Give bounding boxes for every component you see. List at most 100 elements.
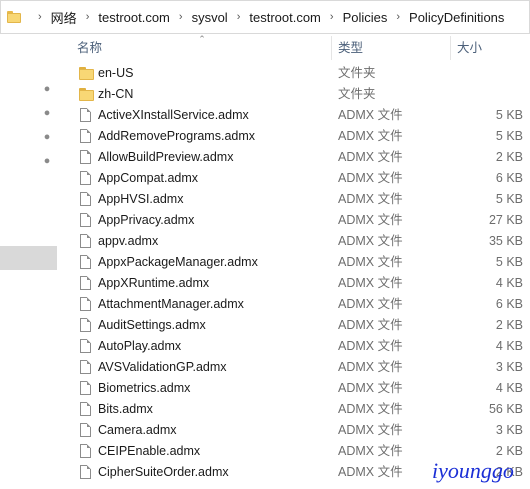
file-type: ADMX 文件	[338, 360, 403, 374]
document-icon	[80, 255, 91, 269]
file-size: 5 KB	[495, 255, 523, 269]
file-row[interactable]: Biometrics.admx ADMX 文件 4 KB	[57, 378, 530, 399]
breadcrumb-sysvol[interactable]: sysvol	[192, 10, 228, 25]
chevron-right-icon[interactable]: ›	[179, 11, 183, 23]
breadcrumb-policydefinitions[interactable]: PolicyDefinitions	[409, 10, 504, 25]
file-name: AutoPlay.admx	[98, 339, 182, 353]
document-icon	[80, 171, 91, 185]
file-size: 56 KB	[488, 402, 523, 416]
folder-icon	[79, 67, 94, 80]
file-name: AppCompat.admx	[98, 171, 199, 185]
column-divider[interactable]	[331, 36, 332, 60]
document-icon	[80, 108, 91, 122]
address-bar[interactable]: › 网络 › testroot.com › sysvol › testroot.…	[0, 0, 530, 34]
file-name: Biometrics.admx	[98, 381, 191, 395]
document-icon	[80, 381, 91, 395]
pin-icon[interactable]: ●	[37, 127, 56, 146]
file-name: CipherSuiteOrder.admx	[98, 465, 229, 479]
breadcrumb-domain[interactable]: testroot.com	[98, 10, 170, 25]
chevron-right-icon[interactable]: ›	[330, 11, 334, 23]
file-name: Camera.admx	[98, 423, 177, 437]
file-size: 4 KB	[495, 339, 523, 353]
breadcrumb-policies[interactable]: Policies	[343, 10, 388, 25]
file-type: ADMX 文件	[338, 213, 403, 227]
file-type: ADMX 文件	[338, 255, 403, 269]
file-type: ADMX 文件	[338, 192, 403, 206]
file-size: 27 KB	[488, 213, 523, 227]
document-icon	[80, 129, 91, 143]
file-row[interactable]: AddRemovePrograms.admx ADMX 文件 5 KB	[57, 126, 530, 147]
file-rows: en-US 文件夹 zh-CN 文件夹 ActiveXInstallService.ad…	[57, 63, 530, 483]
chevron-right-icon[interactable]: ›	[86, 11, 90, 23]
file-size: 3 KB	[495, 360, 523, 374]
document-icon	[80, 318, 91, 332]
file-name: AllowBuildPreview.admx	[98, 150, 234, 164]
file-row[interactable]: AppCompat.admx ADMX 文件 6 KB	[57, 168, 530, 189]
file-row[interactable]: AttachmentManager.admx ADMX 文件 6 KB	[57, 294, 530, 315]
file-name: appv.admx	[98, 234, 159, 248]
file-type: ADMX 文件	[338, 381, 403, 395]
file-type: ADMX 文件	[338, 171, 403, 185]
chevron-right-icon[interactable]: ›	[396, 11, 400, 23]
column-divider[interactable]	[450, 36, 451, 60]
file-row[interactable]: Bits.admx ADMX 文件 56 KB	[57, 399, 530, 420]
file-row[interactable]: zh-CN 文件夹	[57, 84, 530, 105]
file-row[interactable]: en-US 文件夹	[57, 63, 530, 84]
file-row[interactable]: AutoPlay.admx ADMX 文件 4 KB	[57, 336, 530, 357]
file-type: ADMX 文件	[338, 339, 403, 353]
file-row[interactable]: appv.admx ADMX 文件 35 KB	[57, 231, 530, 252]
watermark: iyounggo	[432, 458, 514, 483]
file-row[interactable]: ActiveXInstallService.admx ADMX 文件 5 KB	[57, 105, 530, 126]
file-size: 4 KB	[495, 381, 523, 395]
file-size: 6 KB	[495, 297, 523, 311]
file-size: 35 KB	[488, 234, 523, 248]
file-row[interactable]: AllowBuildPreview.admx ADMX 文件 2 KB	[57, 147, 530, 168]
file-size: 5 KB	[495, 108, 523, 122]
column-header-row: ⌃ 名称 类型 大小	[57, 34, 530, 63]
chevron-right-icon[interactable]: ›	[237, 11, 241, 23]
folder-icon	[79, 88, 94, 101]
file-row[interactable]: Camera.admx ADMX 文件 3 KB	[57, 420, 530, 441]
file-list[interactable]: ⌃ 名称 类型 大小 en-US 文件夹 zh-CN 文件夹 ActiveXInstal…	[57, 34, 530, 489]
file-row[interactable]: AVSValidationGP.admx ADMX 文件 3 KB	[57, 357, 530, 378]
file-type: ADMX 文件	[338, 297, 403, 311]
column-header-size[interactable]: 大小	[457, 34, 482, 63]
breadcrumb-sysvol-domain[interactable]: testroot.com	[249, 10, 321, 25]
pin-icon[interactable]: ●	[37, 79, 56, 98]
file-row[interactable]: AppxPackageManager.admx ADMX 文件 5 KB	[57, 252, 530, 273]
file-size: 5 KB	[495, 192, 523, 206]
document-icon	[80, 276, 91, 290]
column-header-type[interactable]: 类型	[338, 34, 363, 63]
file-name: AddRemovePrograms.admx	[98, 129, 256, 143]
file-row[interactable]: AuditSettings.admx ADMX 文件 2 KB	[57, 315, 530, 336]
file-size: 2 KB	[495, 318, 523, 332]
file-row[interactable]: AppPrivacy.admx ADMX 文件 27 KB	[57, 210, 530, 231]
file-row[interactable]: AppXRuntime.admx ADMX 文件 4 KB	[57, 273, 530, 294]
document-icon	[80, 444, 91, 458]
file-name: AppHVSI.admx	[98, 192, 184, 206]
chevron-right-icon[interactable]: ›	[38, 11, 42, 23]
nav-item-selected[interactable]	[0, 246, 57, 270]
pin-icon[interactable]: ●	[37, 151, 56, 170]
file-type: ADMX 文件	[338, 402, 403, 416]
file-name: CEIPEnable.admx	[98, 444, 201, 458]
file-type: ADMX 文件	[338, 234, 403, 248]
pin-icon[interactable]: ●	[37, 103, 56, 122]
file-name: AppXRuntime.admx	[98, 276, 210, 290]
column-header-name[interactable]: 名称	[77, 34, 102, 63]
file-name: AttachmentManager.admx	[98, 297, 244, 311]
document-icon	[80, 297, 91, 311]
file-size: 3 KB	[495, 423, 523, 437]
file-name: AppxPackageManager.admx	[98, 255, 258, 269]
navigation-pane[interactable]: ● ● ● ●	[0, 34, 57, 489]
file-size: 2 KB	[495, 150, 523, 164]
breadcrumb-network[interactable]: 网络	[51, 8, 77, 27]
file-type: ADMX 文件	[338, 444, 403, 458]
file-row[interactable]: AppHVSI.admx ADMX 文件 5 KB	[57, 189, 530, 210]
file-name: AuditSettings.admx	[98, 318, 206, 332]
document-icon	[80, 234, 91, 248]
file-name: AVSValidationGP.admx	[98, 360, 227, 374]
document-icon	[80, 213, 91, 227]
folder-icon	[7, 11, 21, 23]
file-name: ActiveXInstallService.admx	[98, 108, 249, 122]
